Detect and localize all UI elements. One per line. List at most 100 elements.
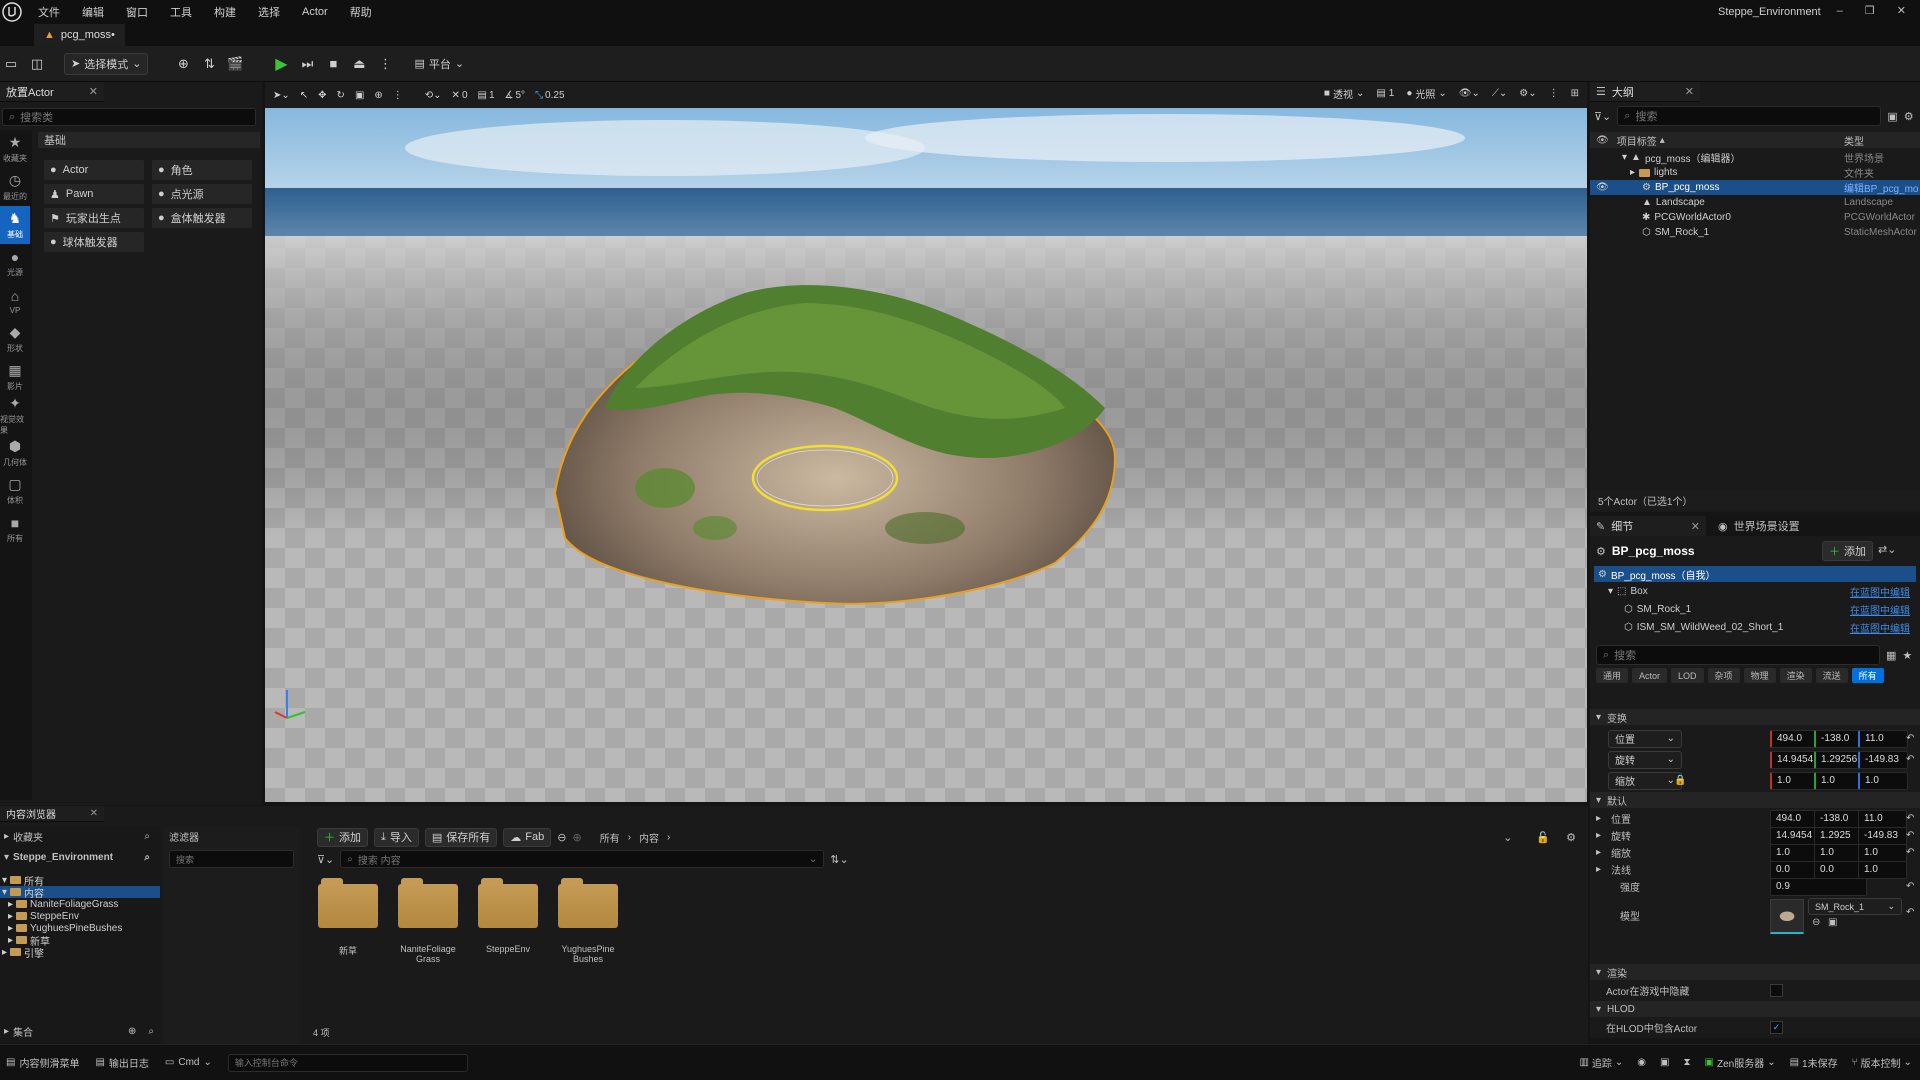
- scale-icon[interactable]: ▣: [355, 90, 364, 101]
- show-flags-icon[interactable]: 👁⌄: [1459, 88, 1480, 99]
- place-box-trigger-item[interactable]: ● 盒体触发器: [152, 208, 252, 228]
- asset-search-input[interactable]: ⌕ 搜索 内容 ⌄: [340, 850, 825, 868]
- menu-item[interactable]: 窗口: [126, 4, 148, 20]
- zen-server-button[interactable]: ▣ Zen服务器 ⌄: [1705, 1055, 1776, 1070]
- expand-arrow-icon[interactable]: ▸: [1596, 847, 1601, 858]
- default-scale-x[interactable]: 1.0: [1770, 843, 1819, 862]
- asset-tile[interactable]: YughuesPine Bushes: [557, 878, 619, 964]
- lit-mode-dropdown[interactable]: ● 光照 ⌄: [1406, 86, 1446, 101]
- menu-item[interactable]: 工具: [170, 4, 192, 20]
- translate-icon[interactable]: ✥: [318, 90, 326, 101]
- world-space-icon[interactable]: ⊕: [374, 90, 382, 101]
- rotate-icon[interactable]: ↻: [337, 90, 345, 101]
- project-header[interactable]: ▾ Steppe_Environment ⌕: [0, 846, 160, 868]
- level-viewport[interactable]: ➤⌄ ↖ ✥ ↻ ▣ ⊕ ⋮ ⟲⌄ ✕ 0 ▤ 1 ∡ 5° ⤡ 0.25 ■ 透视 ⌄ ▤…: [265, 82, 1587, 802]
- reset-arrow-icon[interactable]: ↶: [1906, 830, 1914, 841]
- visual-effects-category[interactable]: ✦ 视觉效果: [0, 395, 30, 435]
- import-button[interactable]: ⤓ 导入: [374, 827, 419, 847]
- outliner-search-input[interactable]: ⌕ 搜索: [1617, 106, 1882, 126]
- filters-search-input[interactable]: 搜索: [169, 850, 294, 868]
- search-icon[interactable]: ⌕: [144, 852, 150, 863]
- world-settings-tab[interactable]: ◉ 世界场景设置: [1706, 516, 1800, 536]
- outliner-row[interactable]: ⬡ SM_Rock_1 StaticMeshActor: [1590, 225, 1920, 240]
- menu-item[interactable]: Actor: [302, 6, 328, 18]
- sort-icon[interactable]: ⇅⌄: [830, 853, 848, 866]
- use-selected-icon[interactable]: ⊖: [1812, 917, 1820, 928]
- add-component-button[interactable]: ＋ 添加: [1822, 541, 1873, 561]
- recent-category[interactable]: ◷ 最近的: [0, 168, 30, 206]
- breadcrumb-item[interactable]: 所有: [600, 830, 620, 845]
- add-button[interactable]: ＋ 添加: [317, 827, 368, 847]
- place-actors-tab[interactable]: 放置Actor ✕: [0, 82, 104, 102]
- outliner-row[interactable]: ✱ PCGWorldActor0 PCGWorldActor: [1590, 210, 1920, 225]
- cinematic-category[interactable]: ▦ 影片: [0, 358, 30, 396]
- angle-snap-toggle[interactable]: ∡ 5°: [505, 90, 526, 101]
- place-player-start-item[interactable]: ⚑ 玩家出生点: [44, 208, 144, 228]
- favorites-category[interactable]: ★ 收藏夹: [0, 130, 30, 168]
- more-icon[interactable]: ⋮: [393, 90, 403, 101]
- menu-item[interactable]: 帮助: [350, 4, 372, 20]
- filter-tab[interactable]: 渲染: [1779, 668, 1812, 683]
- favorite-star-icon[interactable]: ★: [1902, 649, 1912, 662]
- document-tab[interactable]: ▲ pcg_moss•: [34, 24, 125, 46]
- filter-icon[interactable]: ⊽⌄: [317, 853, 334, 866]
- hidden-in-game-checkbox[interactable]: [1770, 984, 1783, 997]
- filter-tab[interactable]: 通用: [1596, 668, 1629, 683]
- tree-row[interactable]: ▸ SteppeEnv: [0, 910, 160, 922]
- tree-row[interactable]: ▸ 引擎: [0, 946, 160, 960]
- reset-arrow-icon[interactable]: ↶: [1906, 754, 1914, 765]
- table-view-icon[interactable]: ▦: [1886, 649, 1896, 662]
- expand-arrow-icon[interactable]: ▸: [1596, 813, 1601, 824]
- menu-item[interactable]: 构建: [214, 4, 236, 20]
- place-point-light-item[interactable]: ● 点光源: [152, 184, 252, 204]
- visibility-icon[interactable]: 👁: [1596, 182, 1638, 193]
- settings-gear-icon[interactable]: ⚙: [1904, 110, 1914, 123]
- settings-gear-icon[interactable]: ⚙⌄: [1519, 88, 1536, 99]
- expand-arrow-icon[interactable]: ▸: [1596, 864, 1601, 875]
- maximize-icon[interactable]: ❐: [1865, 4, 1875, 17]
- component-row[interactable]: ⬡ ISM_SM_WildWeed_02_Short_1 在蓝图中编辑: [1594, 618, 1916, 636]
- strength-field[interactable]: 0.9: [1770, 877, 1867, 896]
- transform-section-header[interactable]: ▾ 变换: [1590, 709, 1920, 725]
- location-dropdown[interactable]: 位置 ⌄: [1608, 729, 1682, 748]
- scale-y-field[interactable]: 1.0: [1814, 771, 1864, 790]
- tree-row[interactable]: ▸ YughuesPineBushes: [0, 922, 160, 934]
- filter-tab[interactable]: LOD: [1671, 668, 1704, 683]
- rotation-y-field[interactable]: 1.29256: [1814, 750, 1864, 769]
- details-search-input[interactable]: ⌕ 搜索: [1596, 645, 1880, 665]
- tree-row[interactable]: ▸ NaniteFoliageGrass: [0, 898, 160, 910]
- reset-arrow-icon[interactable]: ↶: [1906, 881, 1914, 892]
- location-z-field[interactable]: 11.0: [1858, 729, 1908, 748]
- lock-icon[interactable]: 🔒: [1674, 775, 1686, 786]
- select-tool-icon[interactable]: ➤⌄: [273, 90, 290, 101]
- location-y-field[interactable]: -138.0: [1814, 729, 1864, 748]
- realtime-icon[interactable]: ⟋⌄: [1492, 88, 1507, 99]
- collections-header[interactable]: ▸ 集合 ⊕ ⌕: [0, 1022, 164, 1040]
- content-drawer-button[interactable]: ▤ 内容侧滑菜单: [6, 1055, 79, 1070]
- default-rotation-x[interactable]: 14.9454: [1770, 826, 1819, 845]
- viewport-scene[interactable]: [265, 108, 1587, 802]
- place-pawn-item[interactable]: ♟ Pawn: [44, 184, 144, 204]
- place-sphere-trigger-item[interactable]: ● 球体触发器: [44, 232, 144, 252]
- shapes-category[interactable]: ◆ 形状: [0, 320, 30, 358]
- tree-row-selected[interactable]: ▾ 内容: [0, 886, 160, 900]
- fab-button[interactable]: ☁ Fab: [503, 827, 552, 847]
- perspective-dropdown[interactable]: ■ 透视 ⌄: [1324, 86, 1364, 101]
- expand-arrow-icon[interactable]: ▾: [1608, 586, 1613, 597]
- scale-z-field[interactable]: 1.0: [1858, 771, 1908, 790]
- include-in-hlod-checkbox[interactable]: ✓: [1770, 1021, 1783, 1034]
- reset-arrow-icon[interactable]: ↶: [1906, 813, 1914, 824]
- close-tab-icon[interactable]: ✕: [89, 85, 98, 98]
- default-section-header[interactable]: ▾ 默认: [1590, 792, 1920, 808]
- camera-speed-dropdown[interactable]: ▤ 1: [1376, 88, 1394, 99]
- column-label-header[interactable]: 项目标签: [1617, 133, 1657, 148]
- mesh-asset-dropdown[interactable]: SM_Rock_1 ⌄: [1808, 898, 1902, 915]
- settings-gear-icon[interactable]: ⚙: [1566, 831, 1576, 844]
- lights-category[interactable]: ● 光源: [0, 244, 30, 282]
- default-location-x[interactable]: 494.0: [1770, 809, 1819, 828]
- volumes-category[interactable]: ▢ 体积: [0, 472, 30, 510]
- close-icon[interactable]: ✕: [1897, 4, 1906, 17]
- unreal-logo-icon[interactable]: [0, 0, 24, 24]
- blueprint-options-icon[interactable]: ⇄⌄: [1878, 543, 1896, 556]
- outliner-row[interactable]: ▸ lights 文件夹: [1590, 165, 1920, 180]
